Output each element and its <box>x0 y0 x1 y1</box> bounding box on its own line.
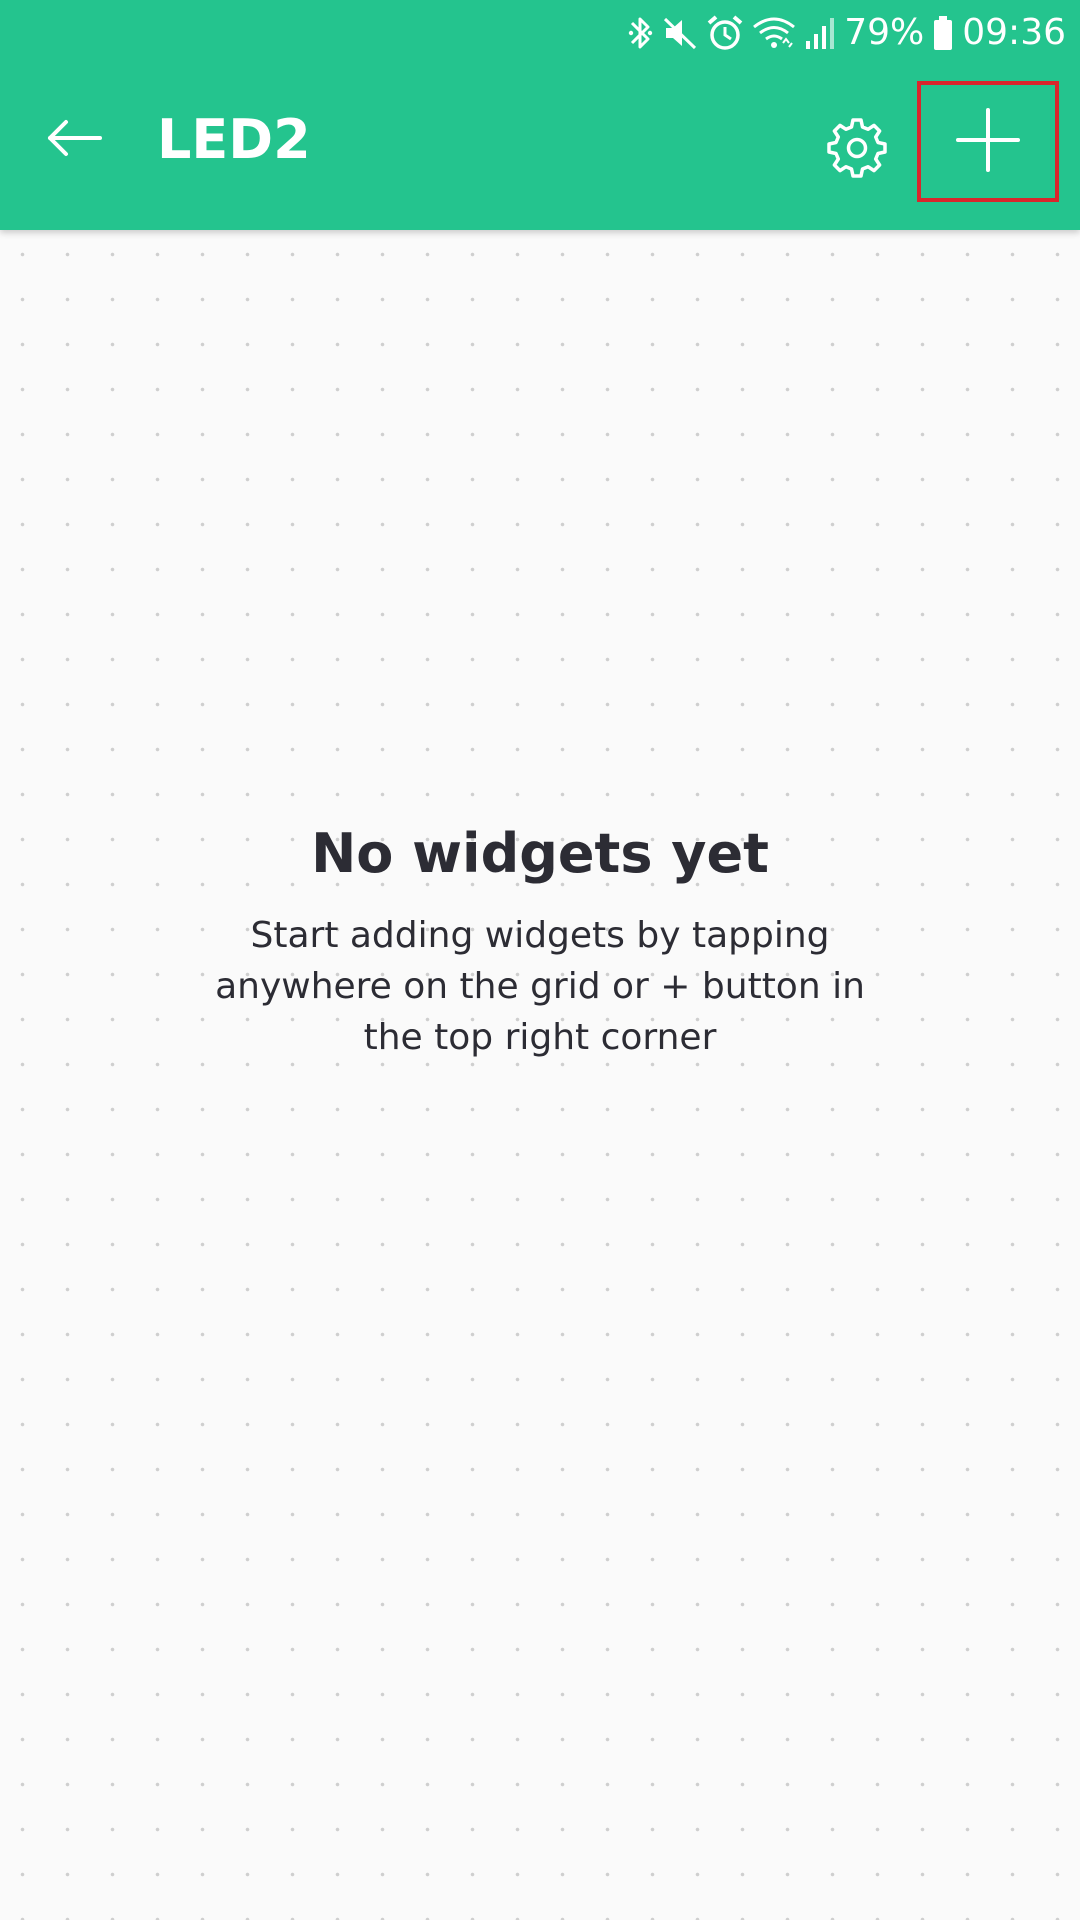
wifi-icon <box>752 13 796 53</box>
battery-icon <box>932 13 954 53</box>
alarm-icon <box>706 13 744 53</box>
arrow-left-icon <box>44 118 104 162</box>
plus-icon <box>956 107 1020 176</box>
gear-icon <box>824 116 890 186</box>
mute-icon <box>662 13 698 53</box>
signal-icon <box>804 13 836 53</box>
battery-percent: 79% <box>844 12 925 53</box>
widget-grid[interactable] <box>0 230 1080 1920</box>
empty-state-title: No widgets yet <box>311 822 769 885</box>
empty-state-description: Start adding widgets by tapping anywhere… <box>215 915 865 1058</box>
empty-state: No widgets yet Start adding widgets by t… <box>140 822 940 1063</box>
settings-button[interactable] <box>812 106 902 196</box>
status-icons: 79% 09:36 <box>626 6 1066 60</box>
status-bar: 79% 09:36 <box>0 0 1080 66</box>
clock: 09:36 <box>962 12 1066 53</box>
add-widget-button[interactable] <box>917 81 1059 202</box>
bluetooth-icon <box>626 13 654 53</box>
toolbar: LED2 <box>0 66 1080 230</box>
page-title: LED2 <box>157 108 311 171</box>
app-bar: 79% 09:36 LED2 <box>0 0 1080 230</box>
back-button[interactable] <box>32 98 116 182</box>
